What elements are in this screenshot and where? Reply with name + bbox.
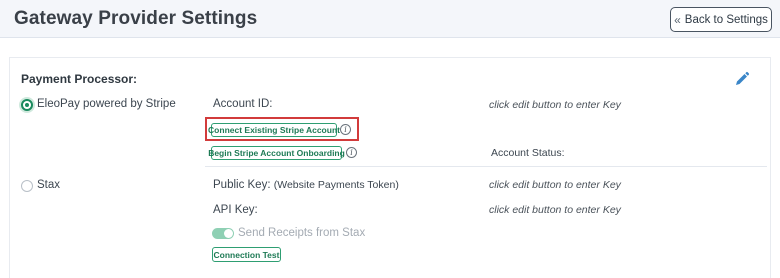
send-receipts-toggle[interactable] xyxy=(212,228,234,239)
account-id-note: click edit button to enter Key xyxy=(489,99,621,111)
pencil-icon[interactable] xyxy=(734,71,750,87)
chevron-double-left-icon: « xyxy=(674,12,681,27)
public-key-hint: (Website Payments Token) xyxy=(273,179,399,191)
public-key-row: Public Key: (Website Payments Token) xyxy=(213,179,399,191)
page-header: Gateway Provider Settings « Back to Sett… xyxy=(0,0,780,38)
account-status-label: Account Status: xyxy=(491,147,565,159)
info-icon[interactable]: i xyxy=(346,147,357,158)
api-key-label: API Key: xyxy=(213,204,258,216)
send-receipts-label: Send Receipts from Stax xyxy=(238,227,366,239)
eleopay-label: EleoPay powered by Stripe xyxy=(37,98,176,110)
eleopay-radio[interactable] xyxy=(21,99,33,111)
api-key-note: click edit button to enter Key xyxy=(489,204,621,216)
row-divider xyxy=(205,166,767,167)
public-key-label: Public Key: xyxy=(213,179,271,191)
stax-label: Stax xyxy=(37,179,61,191)
gateway-settings-card xyxy=(9,57,771,278)
page-title: Gateway Provider Settings xyxy=(14,8,258,29)
payment-processor-label: Payment Processor: xyxy=(21,72,138,86)
back-to-settings-button[interactable]: « Back to Settings xyxy=(670,7,772,32)
connection-test-button[interactable]: Connection Test xyxy=(212,247,281,262)
info-icon[interactable]: i xyxy=(340,124,351,135)
connect-stripe-account-button[interactable]: Connect Existing Stripe Account xyxy=(208,123,340,137)
begin-onboarding-button[interactable]: Begin Stripe Account Onboarding xyxy=(208,146,345,160)
stax-radio[interactable] xyxy=(21,180,33,192)
back-to-settings-label: Back to Settings xyxy=(684,13,768,26)
account-id-label: Account ID: xyxy=(213,98,273,110)
public-key-note: click edit button to enter Key xyxy=(489,179,621,191)
